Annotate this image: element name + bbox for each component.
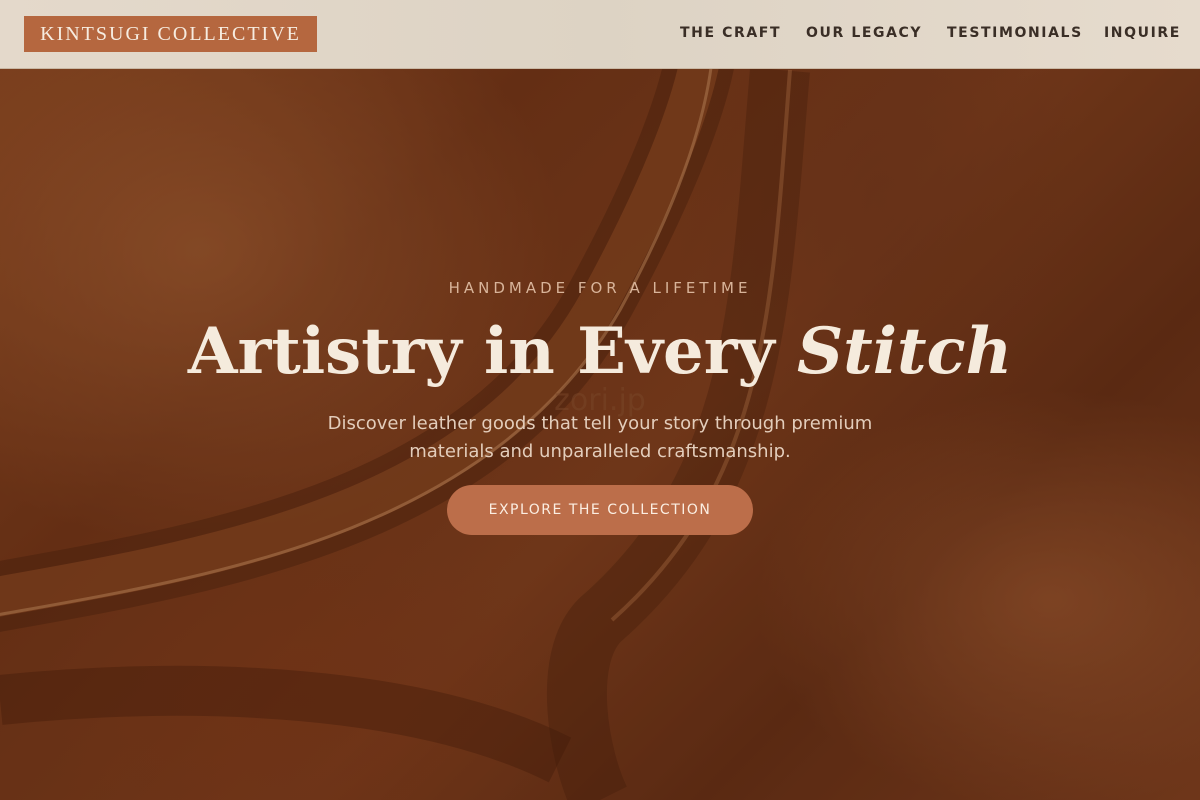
explore-collection-button[interactable]: EXPLORE THE COLLECTION xyxy=(447,485,753,535)
main-nav: THE CRAFT OUR LEGACY TESTIMONIALS INQUIR… xyxy=(0,25,1200,43)
hero-eyebrow: HANDMADE FOR A LIFETIME xyxy=(448,279,752,297)
nav-link-the-craft[interactable]: THE CRAFT xyxy=(680,25,781,41)
nav-link-testimonials[interactable]: TESTIMONIALS xyxy=(947,25,1083,41)
hero-subtitle: Discover leather goods that tell your st… xyxy=(327,413,873,462)
headline-main: Artistry in Every xyxy=(187,314,797,389)
hero-headline: Artistry in Every Stitch xyxy=(0,312,1200,392)
nav-link-inquire[interactable]: INQUIRE xyxy=(1104,25,1181,41)
headline-emphasis: Stitch xyxy=(796,314,1013,389)
site-header: KINTSUGI COLLECTIVE THE CRAFT OUR LEGACY… xyxy=(0,0,1200,69)
nav-link-our-legacy[interactable]: OUR LEGACY xyxy=(806,25,922,41)
hero-section: HANDMADE FOR A LIFETIME Artistry in Ever… xyxy=(0,0,1200,800)
